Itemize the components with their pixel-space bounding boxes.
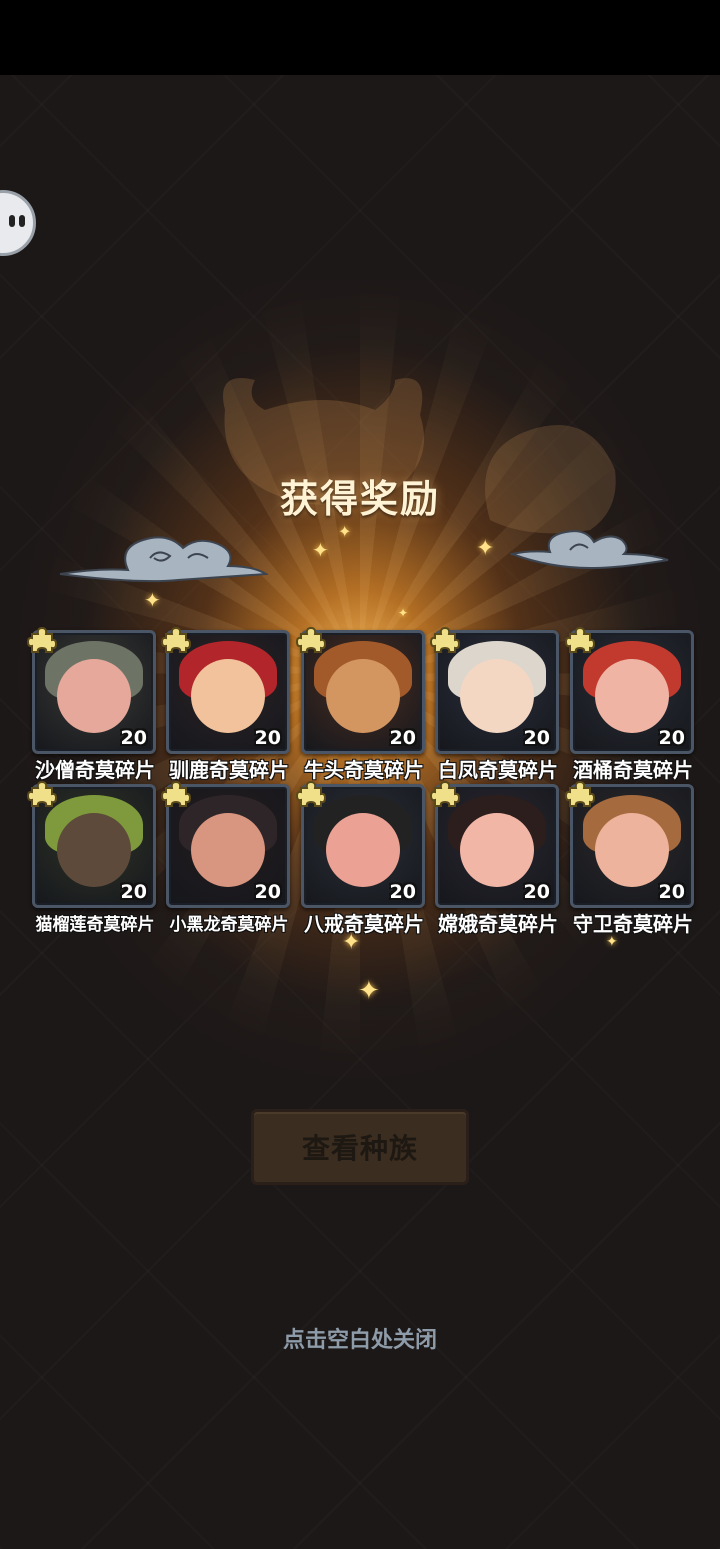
reward-name: 八戒奇莫碎片 (304, 912, 424, 936)
reward-quantity: 20 (523, 881, 550, 903)
reward-quantity: 20 (658, 881, 685, 903)
reward-item[interactable]: 20 驯鹿奇莫碎片 (160, 626, 296, 782)
puzzle-piece-icon (295, 626, 327, 653)
reward-name: 猫榴莲奇莫碎片 (35, 915, 155, 935)
reward-item[interactable]: 20 白凤奇莫碎片 (429, 626, 565, 782)
character-portrait (460, 659, 534, 733)
left-cloud-ornament (59, 536, 268, 583)
character-portrait (595, 659, 669, 733)
reward-item[interactable]: 20 嫦娥奇莫碎片 (429, 780, 565, 936)
screen[interactable]: 获得奖励 ✦ ✦ ✦ ✦ ✦ ✦ ✦ ✦ 20 沙僧奇莫碎片 20 驯鹿奇莫碎片 20 牛… (0, 0, 720, 1549)
character-portrait (326, 659, 400, 733)
puzzle-piece-icon (429, 780, 461, 807)
reward-name: 守卫奇莫碎片 (573, 912, 693, 936)
reward-item[interactable]: 20 守卫奇莫碎片 (564, 780, 700, 936)
reward-item[interactable]: 20 八戒奇莫碎片 (295, 780, 431, 936)
reward-quantity: 20 (389, 727, 416, 749)
reward-name: 嫦娥奇莫碎片 (438, 912, 558, 936)
right-cloud-ornament (510, 530, 669, 570)
sparkle-icon: ✦ (312, 538, 329, 562)
character-portrait (595, 813, 669, 887)
reward-quantity: 20 (389, 881, 416, 903)
view-race-button[interactable]: 查看种族 (251, 1109, 469, 1185)
close-hint[interactable]: 点击空白处关闭 (0, 1322, 720, 1354)
reward-quantity: 20 (658, 727, 685, 749)
character-portrait (460, 813, 534, 887)
reward-quantity: 20 (523, 727, 550, 749)
reward-quantity: 20 (120, 727, 147, 749)
reward-item[interactable]: 20 牛头奇莫碎片 (295, 626, 431, 782)
puzzle-piece-icon (160, 780, 192, 807)
reward-title: 获得奖励 (279, 477, 440, 521)
character-portrait (57, 813, 131, 887)
puzzle-piece-icon (295, 780, 327, 807)
sparkle-icon: ✦ (358, 976, 380, 1006)
reward-quantity: 20 (254, 727, 281, 749)
reward-quantity: 20 (120, 881, 147, 903)
character-portrait (57, 659, 131, 733)
sparkle-icon: ✦ (338, 522, 352, 541)
sparkle-icon: ✦ (476, 536, 495, 561)
reward-item[interactable]: 20 沙僧奇莫碎片 (26, 626, 162, 782)
puzzle-piece-icon (160, 626, 192, 653)
reward-quantity: 20 (254, 881, 281, 903)
puzzle-piece-icon (564, 626, 596, 653)
status-bar (0, 0, 720, 75)
puzzle-piece-icon (26, 626, 58, 653)
character-portrait (191, 813, 265, 887)
sparkle-icon: ✦ (144, 588, 161, 612)
reward-item[interactable]: 20 小黑龙奇莫碎片 (160, 780, 296, 935)
puzzle-piece-icon (564, 780, 596, 807)
sparkle-icon: ✦ (398, 606, 409, 620)
reward-item[interactable]: 20 酒桶奇莫碎片 (564, 626, 700, 782)
puzzle-piece-icon (429, 626, 461, 653)
reward-item[interactable]: 20 猫榴莲奇莫碎片 (26, 780, 162, 935)
reward-name: 小黑龙奇莫碎片 (169, 915, 289, 935)
character-portrait (326, 813, 400, 887)
character-portrait (191, 659, 265, 733)
puzzle-piece-icon (26, 780, 58, 807)
